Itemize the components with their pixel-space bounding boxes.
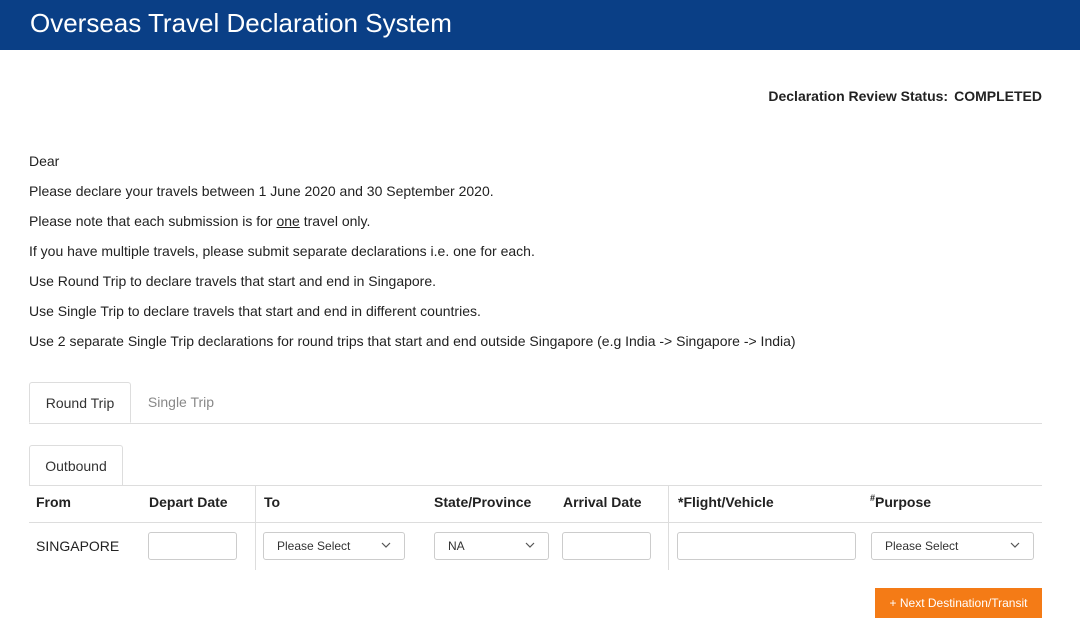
instruction-line-1: Please declare your travels between 1 Ju… (29, 183, 494, 199)
purpose-select-value: Please Select (885, 539, 959, 553)
instruction-line-2-post: travel only. (299, 213, 371, 229)
column-header-arrival-date: Arrival Date (563, 494, 642, 510)
next-destination-button[interactable]: + Next Destination/Transit (875, 588, 1042, 618)
instruction-line-2-underlined: one (276, 213, 300, 229)
tab-single-trip[interactable]: Single Trip (131, 382, 231, 423)
purpose-footnote-mark: # (870, 493, 876, 503)
table-top-border (29, 485, 1042, 486)
to-select[interactable]: Please Select (263, 532, 405, 560)
tab-outbound[interactable]: Outbound (29, 445, 123, 485)
declaration-review-status: Declaration Review Status: COMPLETED (768, 88, 1042, 104)
purpose-select[interactable]: Please Select (871, 532, 1034, 560)
column-header-purpose: #Purpose (870, 493, 932, 510)
instruction-line-6: Use 2 separate Single Trip declarations … (29, 333, 796, 349)
chevron-down-icon (525, 542, 535, 548)
app-header: Overseas Travel Declaration System (0, 0, 1080, 50)
app-title: Overseas Travel Declaration System (30, 8, 452, 38)
column-divider (255, 486, 256, 570)
to-select-value: Please Select (277, 539, 351, 553)
depart-date-input[interactable] (148, 532, 237, 560)
chevron-down-icon (1010, 542, 1020, 548)
trip-type-tabs: Round Trip Single Trip (29, 382, 1042, 424)
column-header-state-province: State/Province (434, 494, 532, 510)
status-label: Declaration Review Status: (768, 88, 949, 104)
instruction-line-2-pre: Please note that each submission is for (29, 213, 277, 229)
instruction-line-5: Use Single Trip to declare travels that … (29, 303, 481, 319)
column-header-flight-vehicle: *Flight/Vehicle (678, 494, 774, 510)
column-header-to: To (264, 494, 281, 510)
table-header-divider (29, 522, 1042, 523)
column-divider (668, 486, 669, 570)
greeting: Dear (29, 153, 60, 169)
arrival-date-input[interactable] (562, 532, 651, 560)
status-value: COMPLETED (954, 88, 1042, 104)
chevron-down-icon (381, 542, 391, 548)
from-value: SINGAPORE (36, 538, 120, 554)
state-province-select[interactable]: NA (434, 532, 549, 560)
state-province-select-value: NA (448, 539, 465, 553)
instruction-line-2: Please note that each submission is for … (29, 212, 796, 242)
instruction-line-3: If you have multiple travels, please sub… (29, 243, 535, 259)
instruction-line-4: Use Round Trip to declare travels that s… (29, 273, 437, 289)
purpose-header-label: Purpose (875, 494, 932, 510)
flight-vehicle-input[interactable] (677, 532, 856, 560)
tab-round-trip[interactable]: Round Trip (29, 382, 131, 423)
column-header-depart-date: Depart Date (149, 494, 228, 510)
instructions: Dear Please declare your travels between… (29, 152, 796, 362)
column-header-from: From (36, 494, 71, 510)
